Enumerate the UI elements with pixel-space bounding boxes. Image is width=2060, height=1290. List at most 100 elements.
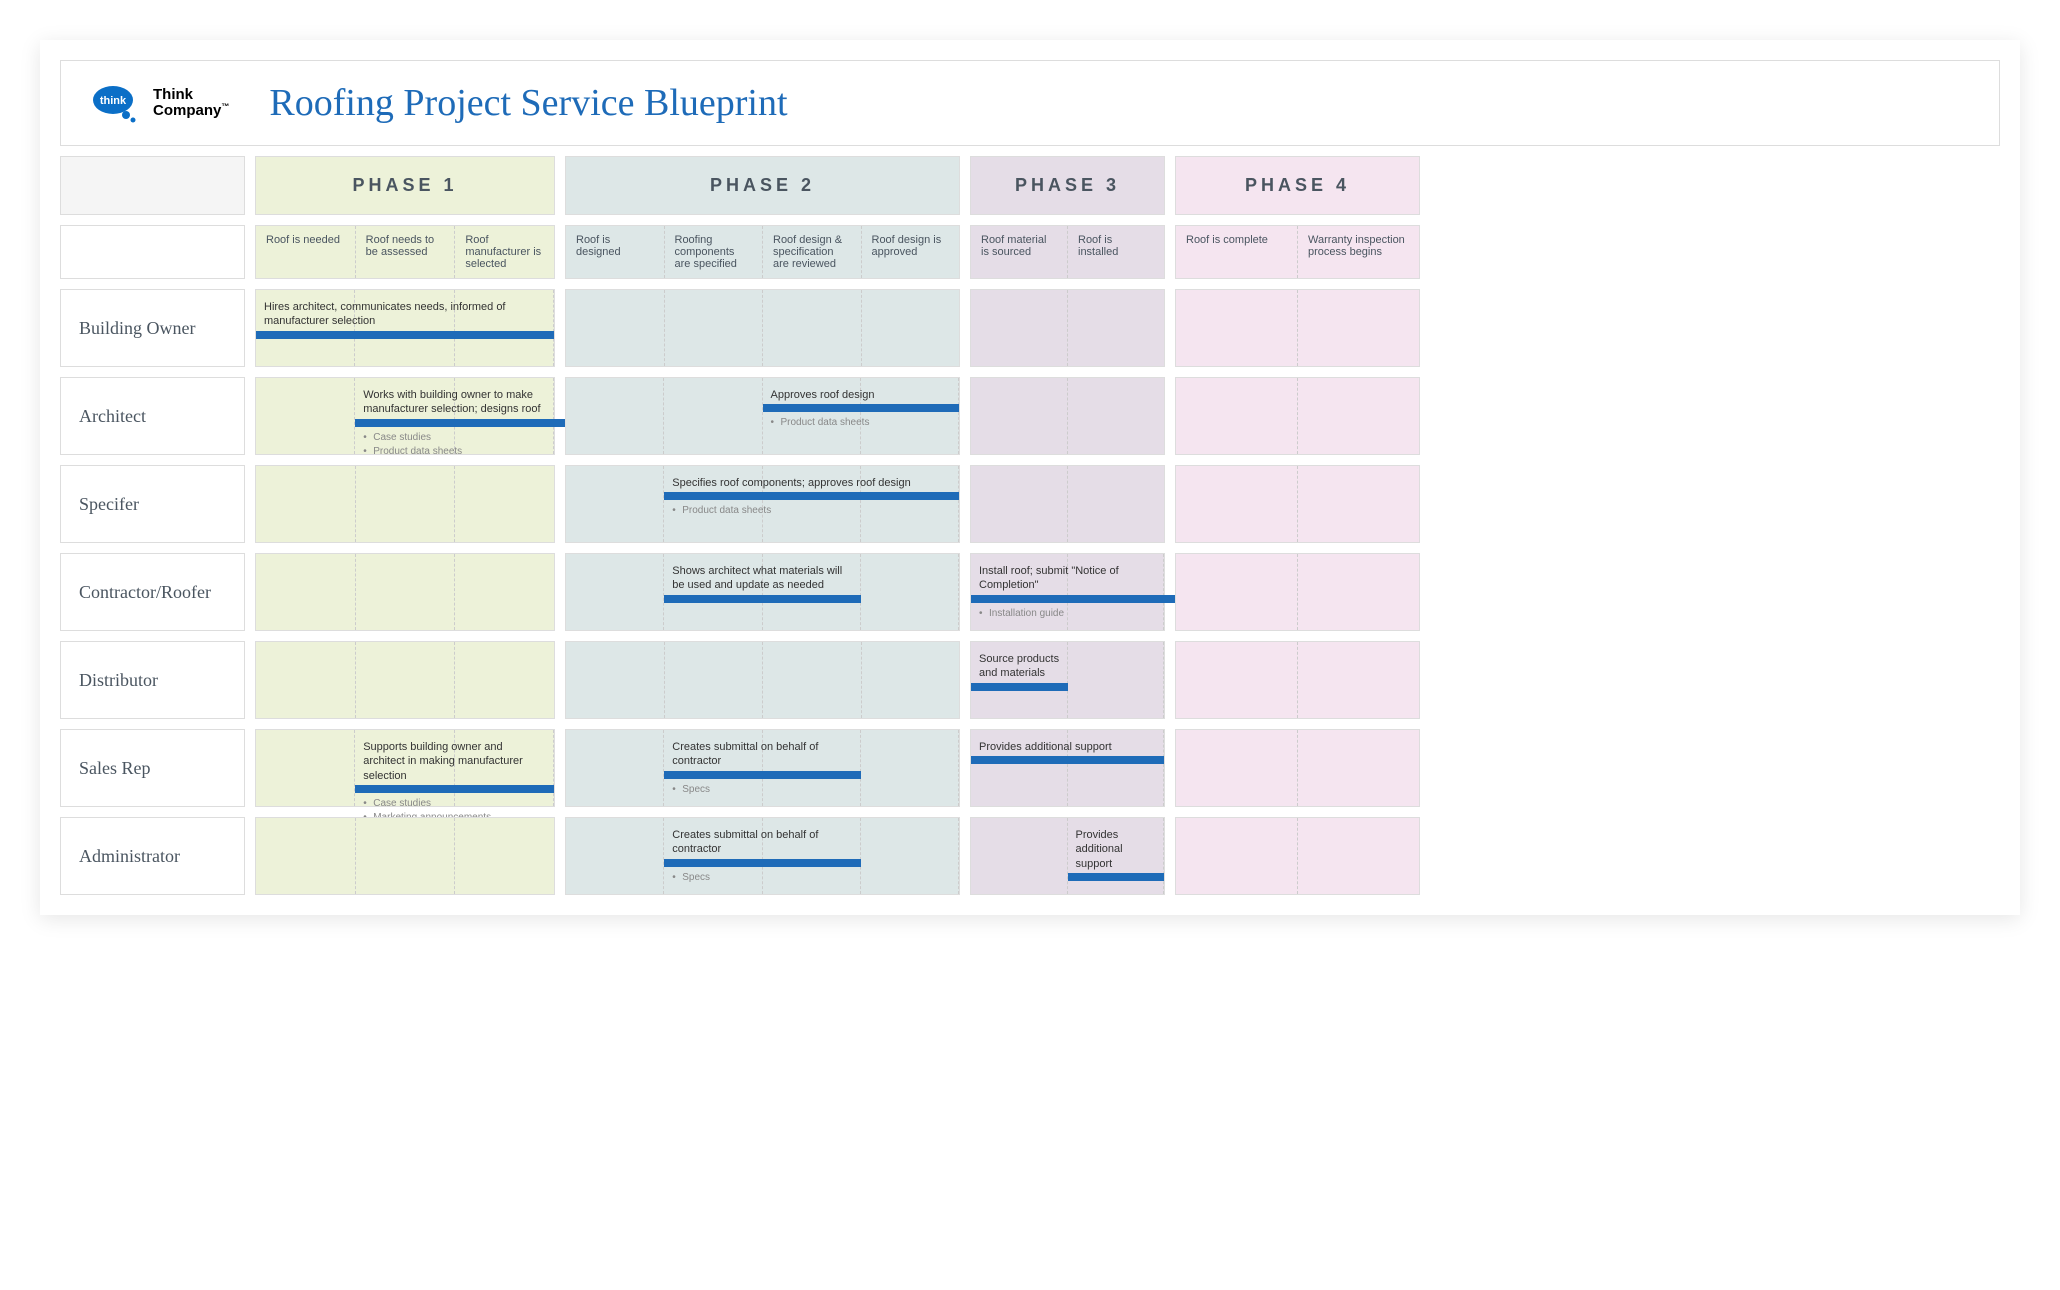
note-item: Case studies: [363, 797, 546, 811]
task-text: Source products and materials: [971, 648, 1068, 683]
subphase-row: Roof is needed Roof needs to be assessed…: [60, 225, 2000, 279]
task-admin-p2: Creates submittal on behalf of contracto…: [664, 824, 861, 889]
task-architect-p1: Works with building owner to make manufa…: [355, 384, 554, 463]
role-cell: [1175, 289, 1420, 367]
task-bar: [971, 683, 1068, 691]
role-label: Architect: [60, 377, 245, 455]
sub-col: Roof is needed: [256, 226, 356, 278]
task-contractor-p3: Install roof; submit "Notice of Completi…: [971, 560, 1164, 625]
role-cell: Works with building owner to make manufa…: [255, 377, 555, 455]
role-cell: [1175, 641, 1420, 719]
phase2-subs: Roof is designed Roofing components are …: [565, 225, 960, 279]
role-cell: [1175, 553, 1420, 631]
phase2-header: PHASE 2: [565, 156, 960, 215]
phase1-header: PHASE 1: [255, 156, 555, 215]
task-text: Works with building owner to make manufa…: [355, 384, 554, 419]
note-item: Installation guide: [979, 607, 1156, 621]
sub-col: Roof is designed: [566, 226, 665, 278]
task-text: Provides additional support: [1068, 824, 1165, 873]
phase4-header: PHASE 4: [1175, 156, 1420, 215]
role-row-distributor: Distributor Source products and material…: [60, 641, 2000, 719]
task-text: Approves roof design: [763, 384, 960, 404]
role-cell: [1175, 729, 1420, 807]
role-cell: [255, 641, 555, 719]
phase-header-row: PHASE 1 PHASE 2 PHASE 3 PHASE 4: [60, 156, 2000, 215]
corner-cell: [60, 156, 245, 215]
task-building-owner-p1: Hires architect, communicates needs, inf…: [256, 296, 554, 339]
role-cell: Hires architect, communicates needs, inf…: [255, 289, 555, 367]
role-row-architect: Architect Works with building owner to m…: [60, 377, 2000, 455]
task-notes: Specs: [664, 779, 861, 801]
logo-line2: Company™: [153, 103, 229, 120]
role-cell: Specifies roof components; approves roof…: [565, 465, 960, 543]
role-label: Specifer: [60, 465, 245, 543]
sub-col: Roof is complete: [1176, 226, 1298, 278]
role-cell: [565, 289, 960, 367]
role-label: Contractor/Roofer: [60, 553, 245, 631]
role-row-specifier: Specifer Specifies roof components; appr…: [60, 465, 2000, 543]
phase3-header: PHASE 3: [970, 156, 1165, 215]
task-architect-p2: Approves roof design Product data sheets: [763, 384, 960, 434]
task-bar: [664, 859, 861, 867]
task-text: Provides additional support: [971, 736, 1164, 756]
role-cell: Creates submittal on behalf of contracto…: [565, 817, 960, 895]
task-notes: Product data sheets: [664, 500, 959, 522]
task-admin-p3: Provides additional support: [1068, 824, 1165, 881]
note-item: Product data sheets: [672, 504, 951, 518]
task-distributor-p3: Source products and materials: [971, 648, 1068, 691]
task-bar: [971, 756, 1164, 764]
role-row-admin: Administrator Creates submittal on behal…: [60, 817, 2000, 895]
task-text: Creates submittal on behalf of contracto…: [664, 824, 861, 859]
sub-col: Warranty inspection process begins: [1298, 226, 1419, 278]
task-notes: Installation guide: [971, 603, 1164, 625]
task-specifier-p2: Specifies roof components; approves roof…: [664, 472, 959, 522]
task-bar: [664, 492, 959, 500]
task-text: Hires architect, communicates needs, inf…: [256, 296, 554, 331]
sub-col: Roof design & specification are reviewed: [763, 226, 862, 278]
sub-col: Roof material is sourced: [971, 226, 1068, 278]
task-salesrep-p1: Supports building owner and architect in…: [355, 736, 554, 829]
role-cell: Shows architect what materials will be u…: [565, 553, 960, 631]
page-title: Roofing Project Service Blueprint: [269, 81, 787, 125]
task-notes: Product data sheets: [763, 412, 960, 434]
role-cell: Creates submittal on behalf of contracto…: [565, 729, 960, 807]
task-text: Install roof; submit "Notice of Completi…: [971, 560, 1164, 595]
logo-line1: Think: [153, 87, 229, 104]
role-cell: [565, 641, 960, 719]
think-logo-icon: think: [91, 83, 141, 123]
task-bar: [763, 404, 960, 412]
role-cell: [1175, 377, 1420, 455]
task-bar: [1068, 873, 1165, 881]
task-text: Creates submittal on behalf of contracto…: [664, 736, 861, 771]
role-cell: Provides additional support: [970, 817, 1165, 895]
role-cell: Approves roof design Product data sheets: [565, 377, 960, 455]
role-cell: [1175, 817, 1420, 895]
blueprint-container: think Think Company™ Roofing Project Ser…: [40, 40, 2020, 915]
sub-col: Roof design is approved: [862, 226, 960, 278]
role-row-contractor: Contractor/Roofer Shows architect what m…: [60, 553, 2000, 631]
phase4-subs: Roof is complete Warranty inspection pro…: [1175, 225, 1420, 279]
role-cell: [255, 553, 555, 631]
task-contractor-p2: Shows architect what materials will be u…: [664, 560, 861, 603]
note-item: Product data sheets: [771, 416, 952, 430]
note-item: Case studies: [363, 431, 546, 445]
note-item: Specs: [672, 871, 853, 885]
role-row-salesrep: Sales Rep Supports building owner and ar…: [60, 729, 2000, 807]
task-notes: Case studies Product data sheets: [355, 427, 554, 463]
role-cell: [255, 817, 555, 895]
task-bar: [664, 595, 861, 603]
role-cell: [1175, 465, 1420, 543]
note-item: Product data sheets: [363, 445, 546, 459]
task-bar: [256, 331, 554, 339]
task-bar: [355, 785, 554, 793]
role-cell: [970, 289, 1165, 367]
svg-text:think: think: [100, 95, 127, 107]
sub-col: Roof needs to be assessed: [356, 226, 456, 278]
role-cell: Install roof; submit "Notice of Completi…: [970, 553, 1165, 631]
task-notes: Specs: [664, 867, 861, 889]
task-salesrep-p3: Provides additional support: [971, 736, 1164, 764]
header: think Think Company™ Roofing Project Ser…: [60, 60, 2000, 146]
role-cell: Supports building owner and architect in…: [255, 729, 555, 807]
task-bar: [664, 771, 861, 779]
sub-col: Roof manufacturer is selected: [455, 226, 554, 278]
